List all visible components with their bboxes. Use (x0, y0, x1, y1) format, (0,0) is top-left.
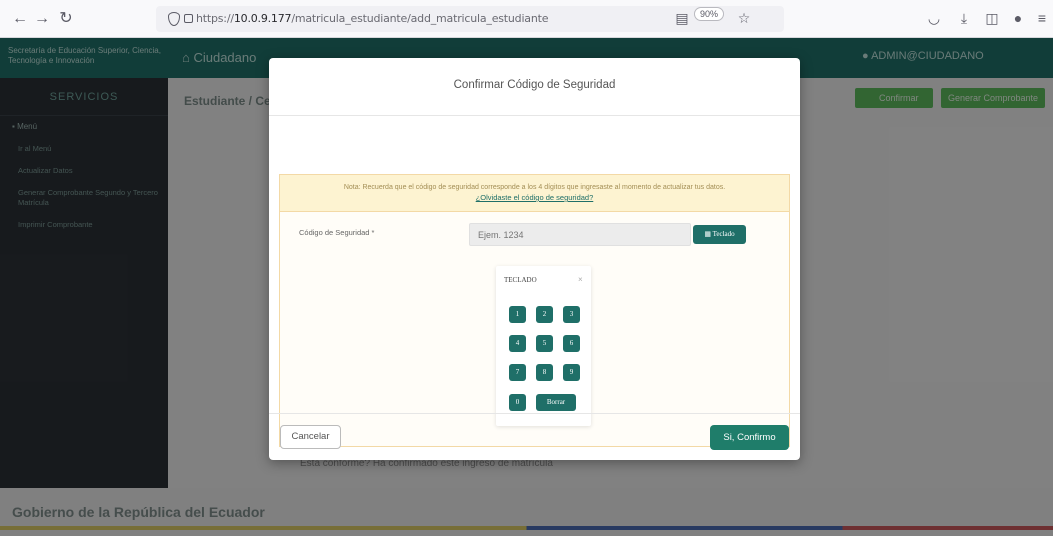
extension-icon[interactable]: ● (1010, 10, 1026, 26)
menu-icon[interactable]: ≡ (1034, 10, 1050, 26)
modal-title: Confirmar Código de Seguridad (269, 58, 800, 116)
key-9[interactable]: 9 (563, 364, 580, 381)
virtual-keypad: TECLADO × 1 2 3 4 5 6 7 8 9 0 Borrar (496, 266, 591, 426)
forward-icon[interactable]: → (32, 9, 52, 29)
key-3[interactable]: 3 (563, 306, 580, 323)
reader-view-icon[interactable]: ▤ (674, 10, 690, 26)
security-code-modal: Confirmar Código de Seguridad Nota: Recu… (269, 58, 800, 460)
keyboard-icon: ▦ (704, 230, 711, 238)
key-6[interactable]: 6 (563, 335, 580, 352)
url-text[interactable]: https://10.0.9.177/matricula_estudiante/… (196, 12, 549, 25)
library-icon[interactable]: ◫ (984, 10, 1000, 26)
key-5[interactable]: 5 (536, 335, 553, 352)
key-1[interactable]: 1 (509, 306, 526, 323)
keypad-title: TECLADO (504, 276, 537, 284)
zoom-badge[interactable]: 90% (694, 7, 725, 21)
key-0[interactable]: 0 (509, 394, 526, 411)
keyboard-button[interactable]: ▦ Teclado (693, 225, 746, 244)
cancel-button[interactable]: Cancelar (280, 425, 341, 449)
pocket-icon[interactable]: ◡ (926, 10, 942, 26)
delete-key[interactable]: Borrar (536, 394, 576, 411)
keyboard-button-label: Teclado (712, 230, 735, 238)
browser-toolbar: ← → ↻ https://10.0.9.177/matricula_estud… (0, 0, 1053, 38)
back-icon[interactable]: ← (10, 9, 30, 29)
confirm-button[interactable]: Si, Confirmo (710, 425, 789, 450)
close-icon[interactable]: × (578, 275, 583, 284)
alert-note: Nota: Recuerda que el código de segurida… (279, 174, 790, 212)
reload-icon[interactable]: ↻ (56, 9, 76, 29)
modal-body: Nota: Recuerda que el código de segurida… (279, 116, 790, 450)
code-label: Código de Seguridad * (299, 228, 375, 237)
shield-icon[interactable] (168, 12, 180, 26)
key-8[interactable]: 8 (536, 364, 553, 381)
key-7[interactable]: 7 (509, 364, 526, 381)
key-4[interactable]: 4 (509, 335, 526, 352)
forgot-code-link[interactable]: ¿Olvidaste el código de seguridad? (280, 193, 789, 203)
modal-footer-divider (269, 413, 800, 414)
bookmark-star-icon[interactable]: ☆ (736, 10, 752, 26)
lock-icon[interactable] (184, 14, 193, 23)
security-code-input[interactable] (469, 223, 691, 246)
download-icon[interactable]: ⤓ (956, 10, 972, 26)
key-2[interactable]: 2 (536, 306, 553, 323)
alert-text: Nota: Recuerda que el código de segurida… (343, 184, 726, 191)
